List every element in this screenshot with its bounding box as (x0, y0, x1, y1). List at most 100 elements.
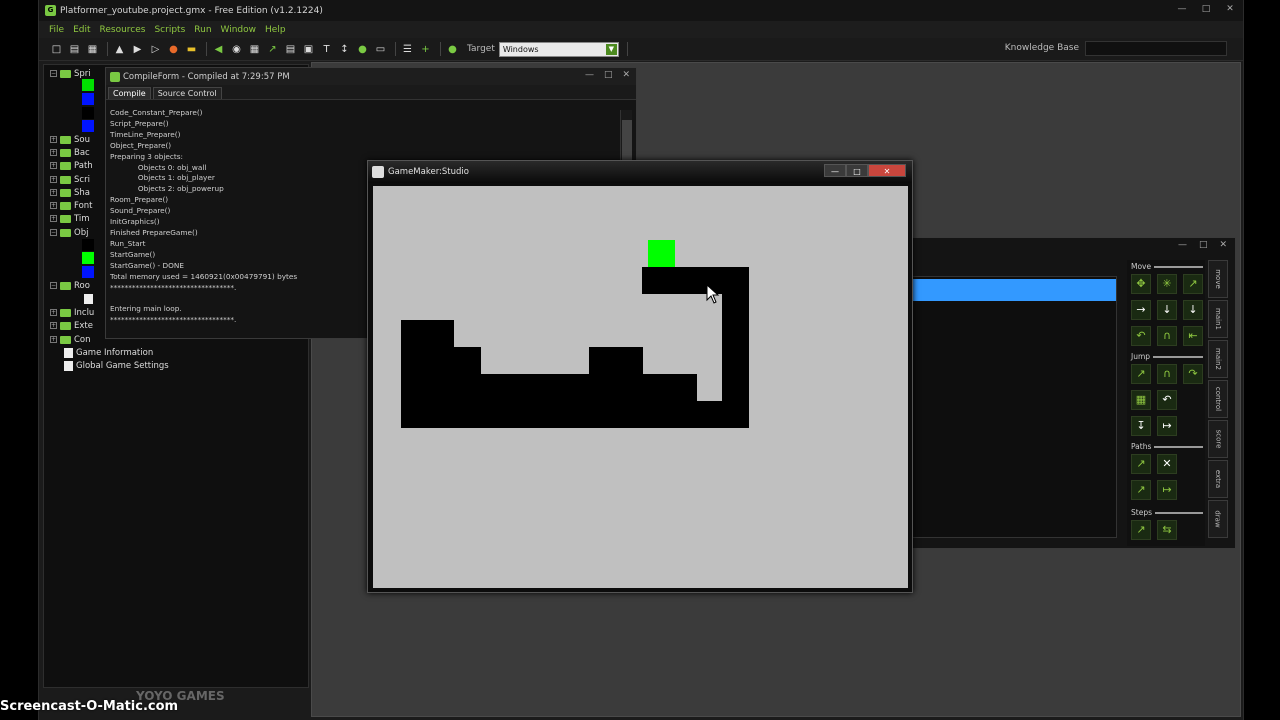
menu-scripts[interactable]: Scripts (154, 25, 185, 35)
event-list[interactable] (879, 276, 1117, 538)
path-speed-icon[interactable]: ↦ (1157, 480, 1177, 500)
object-icon[interactable]: ● (355, 42, 370, 57)
move-fixed-icon[interactable]: ✥ (1131, 274, 1151, 294)
run-icon[interactable]: ▶ (130, 42, 145, 57)
tab-score[interactable]: score (1208, 420, 1228, 458)
sprite-icon[interactable]: ◀ (211, 42, 226, 57)
move-free-icon[interactable]: ✳ (1157, 274, 1177, 294)
speed-vertical-icon[interactable]: ↓ (1157, 300, 1177, 320)
menu-run[interactable]: Run (194, 25, 211, 35)
tree-item-rooms[interactable]: − Roo (50, 279, 90, 292)
maximize-icon[interactable]: □ (604, 70, 613, 80)
object-powerup-icon[interactable] (82, 266, 94, 278)
reverse-horizontal-icon[interactable]: ↶ (1131, 326, 1151, 346)
tab-draw[interactable]: draw (1208, 500, 1228, 538)
align-to-grid-icon[interactable]: ▦ (1131, 390, 1151, 410)
tree-item-game-information[interactable]: Game Information (64, 346, 153, 359)
script-icon[interactable]: ▤ (283, 42, 298, 57)
jump-to-random-icon[interactable]: ↷ (1183, 364, 1203, 384)
tree-item-fonts[interactable]: + Font (50, 199, 93, 212)
background-icon[interactable]: ▦ (247, 42, 262, 57)
step-avoiding-icon[interactable]: ⇆ (1157, 520, 1177, 540)
gravity-icon[interactable]: ↓ (1183, 300, 1203, 320)
global-settings-icon[interactable]: + (418, 42, 433, 57)
tree-item-objects[interactable]: − Obj (50, 226, 88, 239)
open-project-icon[interactable]: ▤ (67, 42, 82, 57)
save-project-icon[interactable]: ▦ (85, 42, 100, 57)
maximize-icon[interactable]: □ (1199, 3, 1213, 15)
game-canvas[interactable] (373, 186, 908, 588)
tree-item-backgrounds[interactable]: + Bac (50, 146, 90, 159)
sprite-player-icon[interactable] (82, 93, 94, 105)
jump-to-start-icon[interactable]: ∩ (1157, 364, 1177, 384)
close-icon[interactable]: ✕ (1219, 240, 1227, 250)
tree-item-global-game-settings[interactable]: Global Game Settings (64, 359, 169, 372)
room-icon[interactable] (84, 294, 93, 304)
tab-move[interactable]: move (1208, 260, 1228, 298)
path-position-icon[interactable]: ↗ (1131, 480, 1151, 500)
tab-compile[interactable]: Compile (108, 87, 151, 99)
menu-window[interactable]: Window (221, 25, 257, 35)
tree-item-shaders[interactable]: + Sha (50, 186, 90, 199)
bounce-icon[interactable]: ↦ (1157, 416, 1177, 436)
wrap-screen-icon[interactable]: ↶ (1157, 390, 1177, 410)
tree-item-extensions[interactable]: + Exte (50, 319, 93, 332)
timeline-icon[interactable]: ↕ (337, 42, 352, 57)
selected-event[interactable] (880, 279, 1116, 301)
new-project-icon[interactable]: □ (49, 42, 64, 57)
minimize-icon[interactable]: — (585, 70, 594, 80)
stop-icon[interactable]: ● (166, 42, 181, 57)
tree-item-scripts[interactable]: + Scri (50, 173, 90, 186)
tree-item-constants[interactable]: + Con (50, 333, 91, 346)
sprite-powerup-icon[interactable] (82, 120, 94, 132)
move-towards-icon[interactable]: ↗ (1183, 274, 1203, 294)
menu-file[interactable]: File (49, 25, 64, 35)
tree-item-included-files[interactable]: + Inclu (50, 306, 94, 319)
speed-horizontal-icon[interactable]: → (1131, 300, 1151, 320)
font-icon[interactable]: T (319, 42, 334, 57)
clean-icon[interactable]: ▬ (184, 42, 199, 57)
shader-icon[interactable]: ▣ (301, 42, 316, 57)
close-icon[interactable]: ✕ (622, 70, 630, 80)
chevron-down-icon[interactable]: ▼ (605, 43, 617, 55)
room-icon[interactable]: ▭ (373, 42, 388, 57)
minimize-icon[interactable]: — (1175, 3, 1189, 15)
end-path-icon[interactable]: ✕ (1157, 454, 1177, 474)
maximize-icon[interactable]: □ (846, 164, 868, 177)
close-icon[interactable]: ✕ (868, 164, 906, 177)
menu-resources[interactable]: Resources (100, 25, 146, 35)
sprite-black-icon[interactable] (82, 107, 94, 119)
tab-main2[interactable]: main2 (1208, 340, 1228, 378)
menu-edit[interactable]: Edit (73, 25, 90, 35)
knowledge-base-input[interactable] (1085, 41, 1227, 56)
friction-icon[interactable]: ⇤ (1183, 326, 1203, 346)
tab-extra[interactable]: extra (1208, 460, 1228, 498)
path-icon[interactable]: ↗ (265, 42, 280, 57)
sprite-wall-icon[interactable] (82, 79, 94, 91)
tree-item-timelines[interactable]: + Tim (50, 212, 90, 225)
menu-help[interactable]: Help (265, 25, 286, 35)
step-towards-icon[interactable]: ↗ (1131, 520, 1151, 540)
debug-run-icon[interactable]: ▷ (148, 42, 163, 57)
object-wall-icon[interactable] (82, 239, 94, 251)
action-panel: Move ✥ ✳ ↗ → ↓ ↓ ↶ ∩ ⇤ Jump ↗ ∩ ↷ ▦ ↶ ↧ … (1127, 260, 1205, 546)
export-icon[interactable]: ▲ (112, 42, 127, 57)
set-path-icon[interactable]: ↗ (1131, 454, 1151, 474)
tree-item-paths[interactable]: + Path (50, 159, 93, 172)
help-icon[interactable]: ● (445, 42, 460, 57)
close-icon[interactable]: ✕ (1223, 3, 1237, 15)
tree-item-sounds[interactable]: + Sou (50, 133, 90, 146)
object-player-icon[interactable] (82, 252, 94, 264)
game-info-icon[interactable]: ☰ (400, 42, 415, 57)
tab-control[interactable]: control (1208, 380, 1228, 418)
move-to-contact-icon[interactable]: ↧ (1131, 416, 1151, 436)
target-select[interactable]: Windows ▼ (498, 41, 619, 57)
minimize-icon[interactable]: — (824, 164, 846, 177)
minimize-icon[interactable]: — (1178, 240, 1187, 250)
tab-source-control[interactable]: Source Control (152, 87, 222, 99)
tab-main1[interactable]: main1 (1208, 300, 1228, 338)
reverse-vertical-icon[interactable]: ∩ (1157, 326, 1177, 346)
sound-icon[interactable]: ◉ (229, 42, 244, 57)
maximize-icon[interactable]: □ (1199, 240, 1208, 250)
jump-to-position-icon[interactable]: ↗ (1131, 364, 1151, 384)
